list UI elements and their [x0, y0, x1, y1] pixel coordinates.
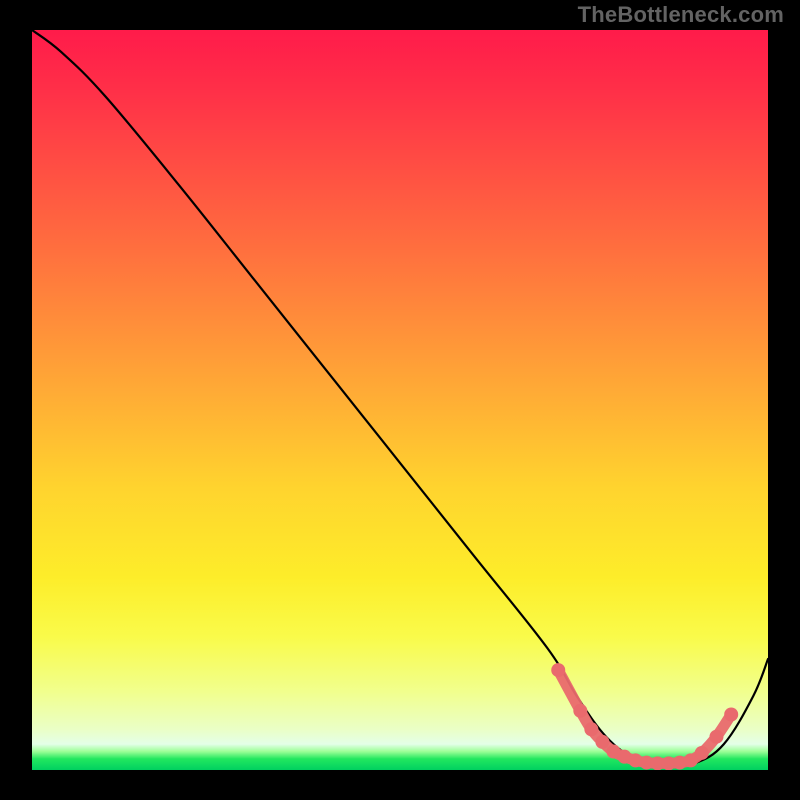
plot-area — [32, 30, 768, 770]
marker-dot — [724, 708, 738, 722]
marker-dot — [573, 704, 587, 718]
marker-dot — [595, 735, 609, 749]
chart-svg — [32, 30, 768, 770]
marker-dot — [584, 722, 598, 736]
bottleneck-curve — [32, 30, 768, 766]
marker-dot — [551, 663, 565, 677]
chart-container: TheBottleneck.com — [0, 0, 800, 800]
curve-group — [32, 30, 768, 766]
marker-dot — [709, 730, 723, 744]
marker-dot — [695, 746, 709, 760]
dots-group — [551, 663, 738, 770]
watermark-text: TheBottleneck.com — [578, 2, 784, 28]
